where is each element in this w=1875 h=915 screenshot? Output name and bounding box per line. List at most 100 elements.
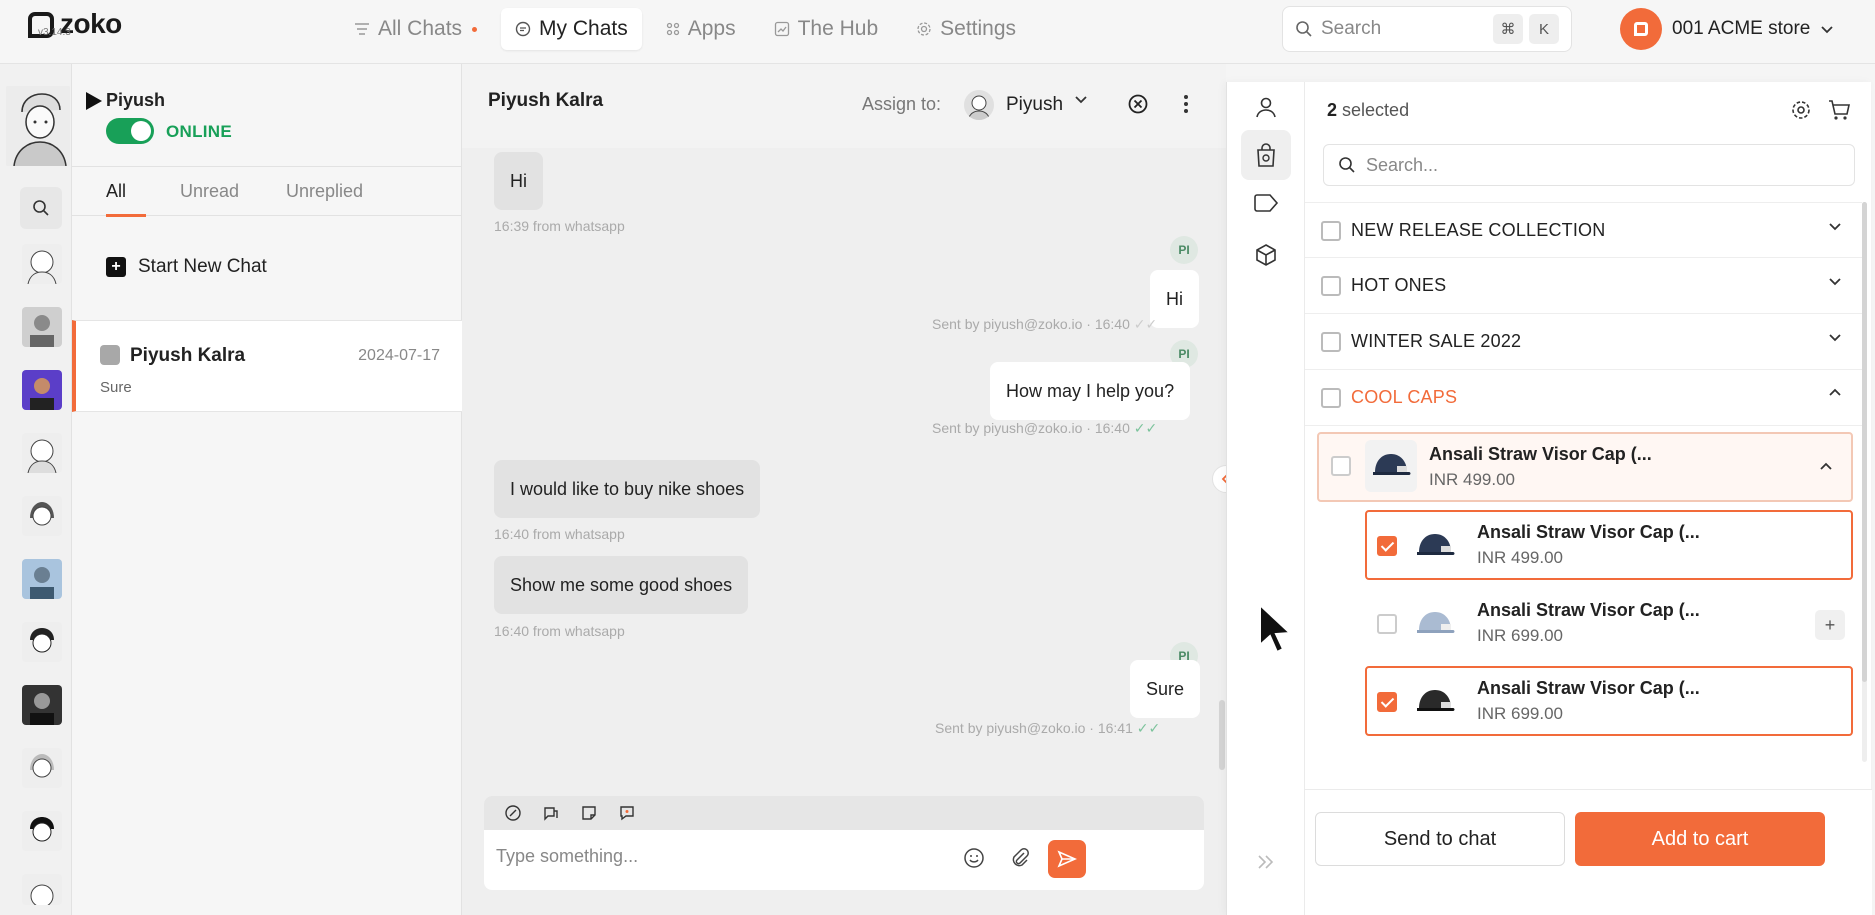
online-toggle[interactable] [106, 118, 154, 144]
contact-info-button[interactable] [1241, 82, 1291, 132]
conversation-scrollbar[interactable] [1219, 700, 1225, 770]
more-vertical-icon[interactable] [1172, 90, 1200, 118]
nav-settings-label: Settings [940, 17, 1017, 40]
agent-name: Piyush [106, 90, 166, 110]
quick-reply-icon[interactable] [542, 804, 560, 822]
collection-checkbox[interactable] [1321, 332, 1341, 352]
expand-panel-button[interactable] [1241, 837, 1291, 887]
chevron-down-icon[interactable] [1828, 330, 1842, 344]
selected-count: 2 [1327, 100, 1338, 120]
tags-button[interactable] [1241, 178, 1291, 228]
cap-navy-image [1365, 440, 1417, 492]
collection-row[interactable]: HOT ONES [1305, 258, 1862, 314]
store-switcher[interactable]: 001 ACME store [1620, 8, 1834, 50]
message-bubble-outgoing[interactable]: How may I help you? [990, 362, 1191, 420]
contact-avatar[interactable] [22, 370, 62, 410]
message-bubble-incoming[interactable]: Show me some good shoes [494, 556, 749, 614]
catalog-scrollbar[interactable] [1862, 202, 1867, 762]
contact-avatar[interactable] [22, 307, 62, 347]
whatsapp-icon [100, 345, 120, 365]
nav-all-chats[interactable]: All Chats [340, 8, 491, 50]
add-variant-button[interactable]: + [1815, 610, 1845, 640]
chevron-up-icon[interactable] [1828, 386, 1842, 400]
product-variant-checkbox[interactable] [1377, 536, 1397, 556]
nav-apps[interactable]: Apps [652, 8, 750, 50]
collection-row[interactable]: WINTER SALE 2022 [1305, 314, 1862, 370]
contact-avatar[interactable] [22, 496, 62, 536]
add-to-cart-button[interactable]: Add to cart [1575, 812, 1825, 866]
gear-icon[interactable] [1787, 96, 1815, 124]
catalog-search-input[interactable]: Search... [1323, 144, 1855, 186]
message-input[interactable]: Type something... [496, 846, 638, 867]
gear-icon [917, 22, 931, 36]
assignee-avatar[interactable] [964, 90, 994, 120]
product-variant-row[interactable]: Ansali Straw Visor Cap (... INR 699.00 + [1365, 588, 1853, 658]
product-variant-checkbox[interactable] [1377, 614, 1397, 634]
contact-avatar[interactable] [22, 874, 62, 905]
mouse-pointer-icon [1259, 603, 1293, 654]
catalog-scrollbar-thumb[interactable] [1862, 202, 1867, 682]
toggle-knob [131, 121, 151, 141]
contact-avatar[interactable] [22, 811, 62, 851]
contact-avatar[interactable] [22, 559, 62, 599]
orders-button[interactable] [1241, 230, 1291, 280]
ai-assist-icon[interactable] [618, 804, 636, 822]
selected-suffix: selected [1342, 100, 1410, 120]
catalog-button[interactable] [1241, 130, 1291, 180]
shopping-bag-icon [1257, 143, 1275, 167]
product-variant-row[interactable]: Ansali Straw Visor Cap (... INR 499.00 [1365, 510, 1853, 580]
tab-unreplied[interactable]: Unreplied [286, 181, 363, 202]
message-bubble-incoming[interactable]: I would like to buy nike shoes [494, 460, 761, 518]
product-variant-checkbox[interactable] [1377, 692, 1397, 712]
message-bubble-outgoing[interactable]: Sure [1130, 660, 1201, 718]
product-variant-row[interactable]: Ansali Straw Visor Cap (... INR 699.00 [1365, 666, 1853, 736]
note-icon[interactable] [580, 804, 598, 822]
shortcut-k-key: K [1529, 14, 1559, 44]
chevron-up-icon[interactable] [1819, 460, 1833, 474]
message-composer: Type something... [484, 796, 1204, 890]
send-message-button[interactable] [1048, 840, 1086, 878]
emoji-icon[interactable] [962, 846, 986, 870]
box-icon [1256, 244, 1276, 266]
rail-search-button[interactable] [20, 187, 62, 229]
chevron-down-icon[interactable] [1828, 219, 1842, 233]
product-group-row[interactable]: Ansali Straw Visor Cap (... INR 499.00 [1317, 432, 1853, 502]
chat-list-item[interactable]: Piyush Kalra 2024-07-17 Sure [72, 320, 462, 412]
collection-title: COOL CAPS [1351, 387, 1458, 407]
contact-avatar[interactable] [22, 622, 62, 662]
send-to-chat-button[interactable]: Send to chat [1315, 812, 1565, 866]
tab-all[interactable]: All [106, 181, 126, 202]
collection-row-expanded[interactable]: COOL CAPS [1305, 370, 1862, 426]
contact-avatar[interactable] [22, 244, 62, 284]
collection-checkbox[interactable] [1321, 276, 1341, 296]
collection-checkbox[interactable] [1321, 388, 1341, 408]
collection-row[interactable]: NEW RELEASE COLLECTION [1305, 202, 1862, 258]
start-new-chat-button[interactable]: + Start New Chat [106, 256, 267, 278]
global-search[interactable]: Search ⌘ K [1282, 6, 1572, 52]
nav-all-chats-label: All Chats [378, 17, 463, 40]
delivered-ticks-icon: ✓✓ [1133, 316, 1158, 332]
product-group-checkbox[interactable] [1331, 456, 1351, 476]
template-icon[interactable] [504, 804, 522, 822]
contact-avatar[interactable] [22, 433, 62, 473]
attachment-icon[interactable] [1008, 846, 1032, 870]
collection-checkbox[interactable] [1321, 221, 1341, 241]
tab-unread[interactable]: Unread [180, 181, 239, 202]
nav-the-hub[interactable]: The Hub [760, 8, 893, 50]
chevron-down-icon[interactable] [1074, 92, 1088, 106]
assignee-name[interactable]: Piyush [1006, 94, 1063, 116]
cart-icon[interactable] [1825, 96, 1853, 124]
close-chat-icon[interactable] [1124, 90, 1152, 118]
message-bubble-outgoing[interactable]: Hi [1150, 270, 1199, 328]
message-bubble-incoming[interactable]: Hi [494, 152, 543, 210]
avatar-photo-icon [22, 307, 62, 347]
chevron-down-icon[interactable] [1828, 274, 1842, 288]
contact-avatar[interactable] [22, 685, 62, 725]
nav-settings[interactable]: Settings [902, 8, 1030, 50]
avatar-face-icon [27, 439, 57, 473]
nav-my-chats[interactable]: My Chats [501, 8, 642, 50]
agent-avatar[interactable] [6, 86, 70, 166]
contact-avatar[interactable] [22, 748, 62, 788]
product-group-name: Ansali Straw Visor Cap (... [1429, 444, 1652, 464]
agent-initials-avatar: PI [1170, 236, 1198, 264]
